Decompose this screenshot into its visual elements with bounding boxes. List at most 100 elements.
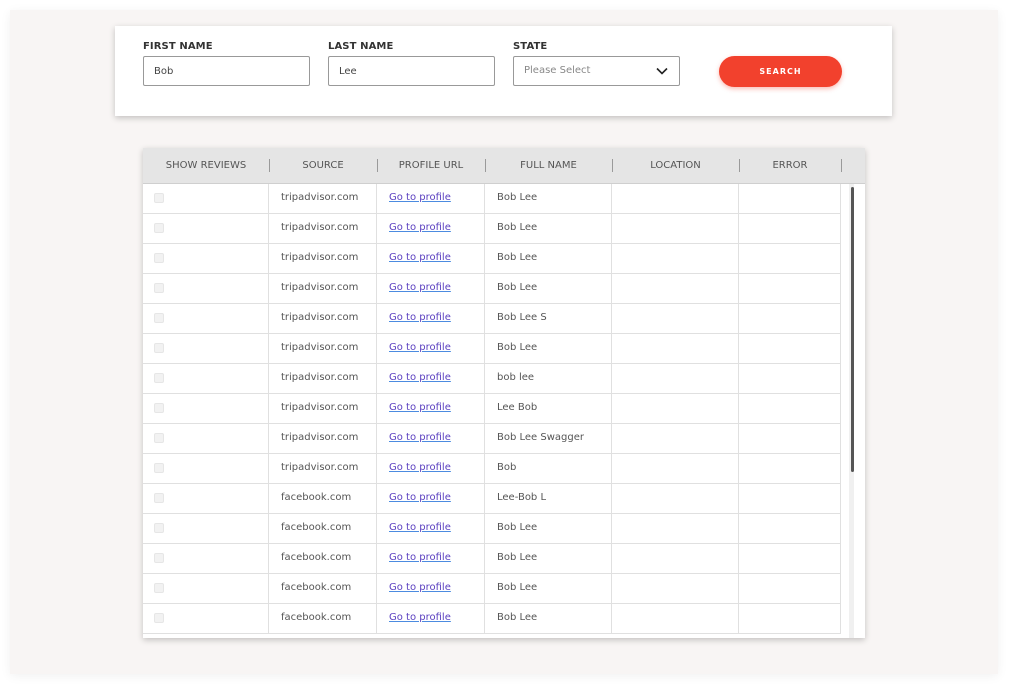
profile-link[interactable]: Go to profile: [389, 522, 451, 533]
error-cell: [739, 484, 841, 514]
source-cell: tripadvisor.com: [269, 304, 377, 334]
location-cell: [612, 394, 739, 424]
show-reviews-checkbox[interactable]: [154, 313, 164, 323]
profile-link[interactable]: Go to profile: [389, 402, 451, 413]
header-location[interactable]: LOCATION: [612, 148, 739, 184]
show-reviews-checkbox[interactable]: [154, 583, 164, 593]
header-source[interactable]: SOURCE: [269, 148, 377, 184]
profile-url-cell: Go to profile: [377, 484, 485, 514]
show-reviews-cell: [143, 574, 269, 604]
show-reviews-cell: [143, 214, 269, 244]
table-row: tripadvisor.com Go to profile Bob Lee: [143, 184, 841, 214]
show-reviews-checkbox[interactable]: [154, 283, 164, 293]
show-reviews-checkbox[interactable]: [154, 463, 164, 473]
full-name-cell: Bob Lee: [485, 244, 612, 274]
source-cell: facebook.com: [269, 484, 377, 514]
show-reviews-cell: [143, 274, 269, 304]
table-row: facebook.com Go to profile Bob Lee: [143, 544, 841, 574]
show-reviews-checkbox[interactable]: [154, 373, 164, 383]
show-reviews-cell: [143, 514, 269, 544]
table-row: facebook.com Go to profile Lee-Bob L: [143, 484, 841, 514]
source-cell: tripadvisor.com: [269, 364, 377, 394]
chevron-down-icon: [656, 67, 668, 75]
error-cell: [739, 544, 841, 574]
header-error[interactable]: ERROR: [739, 148, 841, 184]
show-reviews-checkbox[interactable]: [154, 613, 164, 623]
error-cell: [739, 274, 841, 304]
profile-link[interactable]: Go to profile: [389, 192, 451, 203]
full-name-cell: bob lee: [485, 364, 612, 394]
search-panel: FIRST NAME LAST NAME STATE Please Select…: [115, 26, 892, 116]
show-reviews-checkbox[interactable]: [154, 523, 164, 533]
source-cell: facebook.com: [269, 514, 377, 544]
show-reviews-checkbox[interactable]: [154, 343, 164, 353]
scrollbar-thumb[interactable]: [851, 187, 854, 472]
source-cell: tripadvisor.com: [269, 214, 377, 244]
table-header: SHOW REVIEWS SOURCE PROFILE URL FULL NAM…: [143, 148, 865, 184]
show-reviews-cell: [143, 604, 269, 634]
first-name-box[interactable]: [143, 56, 310, 86]
header-profile-url[interactable]: PROFILE URL: [377, 148, 485, 184]
profile-link[interactable]: Go to profile: [389, 312, 451, 323]
profile-link[interactable]: Go to profile: [389, 612, 451, 623]
first-name-input[interactable]: [144, 57, 309, 85]
error-cell: [739, 454, 841, 484]
error-cell: [739, 214, 841, 244]
table-row: tripadvisor.com Go to profile Bob Lee Swag…: [143, 424, 841, 454]
show-reviews-checkbox[interactable]: [154, 493, 164, 503]
error-cell: [739, 574, 841, 604]
results-table: SHOW REVIEWS SOURCE PROFILE URL FULL NAM…: [143, 148, 865, 638]
header-full-name[interactable]: FULL NAME: [485, 148, 612, 184]
source-cell: facebook.com: [269, 574, 377, 604]
show-reviews-checkbox[interactable]: [154, 553, 164, 563]
table-row: tripadvisor.com Go to profile Bob Lee S: [143, 304, 841, 334]
show-reviews-cell: [143, 304, 269, 334]
location-cell: [612, 364, 739, 394]
table-row: tripadvisor.com Go to profile Bob Lee: [143, 214, 841, 244]
source-cell: tripadvisor.com: [269, 454, 377, 484]
profile-link[interactable]: Go to profile: [389, 582, 451, 593]
source-cell: facebook.com: [269, 604, 377, 634]
profile-link[interactable]: Go to profile: [389, 342, 451, 353]
show-reviews-checkbox[interactable]: [154, 223, 164, 233]
show-reviews-cell: [143, 484, 269, 514]
last-name-input[interactable]: [329, 57, 494, 85]
full-name-cell: Bob Lee S: [485, 304, 612, 334]
profile-url-cell: Go to profile: [377, 244, 485, 274]
location-cell: [612, 574, 739, 604]
profile-url-cell: Go to profile: [377, 544, 485, 574]
show-reviews-cell: [143, 364, 269, 394]
show-reviews-cell: [143, 184, 269, 214]
profile-link[interactable]: Go to profile: [389, 432, 451, 443]
error-cell: [739, 514, 841, 544]
header-show-reviews[interactable]: SHOW REVIEWS: [143, 148, 269, 184]
table-row: tripadvisor.com Go to profile Bob: [143, 454, 841, 484]
location-cell: [612, 514, 739, 544]
show-reviews-checkbox[interactable]: [154, 433, 164, 443]
error-cell: [739, 244, 841, 274]
state-label: STATE: [513, 41, 548, 52]
error-cell: [739, 424, 841, 454]
profile-url-cell: Go to profile: [377, 214, 485, 244]
profile-url-cell: Go to profile: [377, 304, 485, 334]
show-reviews-checkbox[interactable]: [154, 253, 164, 263]
profile-link[interactable]: Go to profile: [389, 282, 451, 293]
profile-link[interactable]: Go to profile: [389, 222, 451, 233]
last-name-box[interactable]: [328, 56, 495, 86]
search-button[interactable]: SEARCH: [719, 56, 842, 87]
profile-link[interactable]: Go to profile: [389, 462, 451, 473]
state-select[interactable]: Please Select: [513, 56, 680, 86]
error-cell: [739, 364, 841, 394]
show-reviews-checkbox[interactable]: [154, 193, 164, 203]
table-row: tripadvisor.com Go to profile Bob Lee: [143, 274, 841, 304]
profile-link[interactable]: Go to profile: [389, 552, 451, 563]
full-name-cell: Lee-Bob L: [485, 484, 612, 514]
profile-link[interactable]: Go to profile: [389, 252, 451, 263]
error-cell: [739, 334, 841, 364]
show-reviews-checkbox[interactable]: [154, 403, 164, 413]
profile-link[interactable]: Go to profile: [389, 372, 451, 383]
error-cell: [739, 604, 841, 634]
profile-link[interactable]: Go to profile: [389, 492, 451, 503]
profile-url-cell: Go to profile: [377, 184, 485, 214]
show-reviews-cell: [143, 334, 269, 364]
